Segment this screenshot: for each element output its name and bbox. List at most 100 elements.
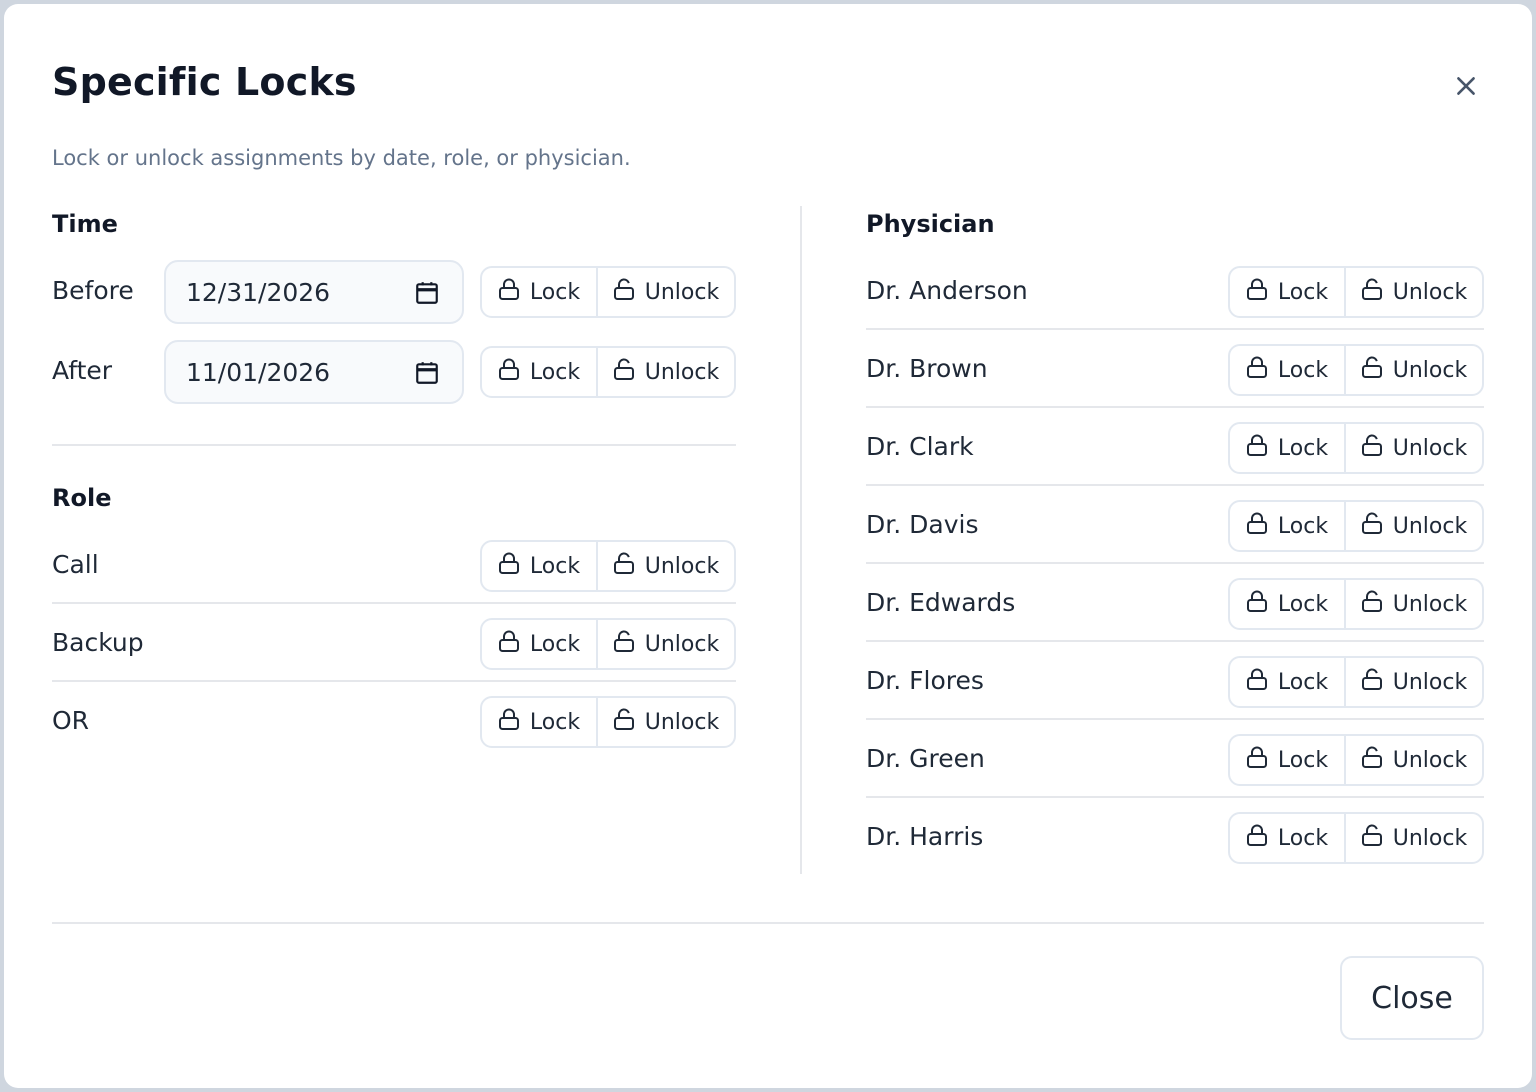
physician-dr-clark-unlock-button[interactable]: Unlock: [1346, 424, 1482, 472]
footer-divider: [52, 922, 1484, 924]
physician-dr-flores-unlock-button[interactable]: Unlock: [1346, 658, 1482, 706]
lock-label: Lock: [1277, 513, 1329, 539]
physician-dr-harris-unlock-button[interactable]: Unlock: [1346, 814, 1482, 862]
close-button[interactable]: Close: [1340, 956, 1484, 1040]
role-call-unlock-button[interactable]: Unlock: [598, 542, 734, 590]
divider: [52, 444, 736, 446]
physician-dr-edwards-unlock-button[interactable]: Unlock: [1346, 580, 1482, 628]
unlock-label: Unlock: [1392, 513, 1468, 539]
row-divider: [866, 640, 1484, 642]
time-before-unlock-button[interactable]: Unlock: [598, 268, 734, 316]
role-backup-unlock-button[interactable]: Unlock: [598, 620, 734, 668]
role-or-lock-controls: Lock Unlock: [480, 696, 736, 748]
role-section-title: Role: [52, 484, 112, 512]
time-after-unlock-button[interactable]: Unlock: [598, 348, 734, 396]
lock-icon: [1246, 823, 1268, 853]
physician-dr-flores-lock-button[interactable]: Lock: [1230, 658, 1346, 706]
unlock-label: Unlock: [1392, 747, 1468, 773]
unlock-icon: [613, 629, 635, 659]
unlock-label: Unlock: [1392, 591, 1468, 617]
lock-icon: [498, 629, 520, 659]
calendar-icon[interactable]: [414, 360, 440, 386]
physician-dr-davis-lock-controls: Lock Unlock: [1228, 500, 1484, 552]
unlock-label: Unlock: [1392, 825, 1468, 851]
row-divider: [866, 484, 1484, 486]
role-backup-label: Backup: [52, 628, 144, 657]
calendar-icon[interactable]: [414, 280, 440, 306]
specific-locks-dialog: Specific Locks Lock or unlock assignment…: [4, 4, 1532, 1088]
lock-icon: [498, 551, 520, 581]
lock-label: Lock: [529, 279, 581, 305]
row-divider: [866, 796, 1484, 798]
physician-dr-flores-lock-controls: Lock Unlock: [1228, 656, 1484, 708]
physician-dr-davis-lock-button[interactable]: Lock: [1230, 502, 1346, 550]
physician-dr-davis-label: Dr. Davis: [866, 510, 979, 539]
time-after-label: After: [52, 356, 113, 385]
time-before-date-input[interactable]: 12/31/2026: [164, 260, 464, 324]
unlock-label: Unlock: [644, 553, 720, 579]
physician-dr-anderson-lock-controls: Lock Unlock: [1228, 266, 1484, 318]
role-call-lock-button[interactable]: Lock: [482, 542, 598, 590]
close-icon[interactable]: [1448, 68, 1484, 104]
physician-dr-harris-lock-button[interactable]: Lock: [1230, 814, 1346, 862]
row-divider: [52, 680, 736, 682]
time-before-lock-controls: Lock Unlock: [480, 266, 736, 318]
unlock-icon: [1361, 355, 1383, 385]
lock-icon: [498, 707, 520, 737]
lock-label: Lock: [1277, 825, 1329, 851]
physician-dr-brown-lock-controls: Lock Unlock: [1228, 344, 1484, 396]
unlock-icon: [1361, 823, 1383, 853]
lock-label: Lock: [1277, 669, 1329, 695]
unlock-label: Unlock: [1392, 669, 1468, 695]
unlock-label: Unlock: [1392, 279, 1468, 305]
unlock-label: Unlock: [644, 709, 720, 735]
row-divider: [52, 602, 736, 604]
physician-dr-green-unlock-button[interactable]: Unlock: [1346, 736, 1482, 784]
lock-icon: [1246, 355, 1268, 385]
unlock-icon: [1361, 667, 1383, 697]
unlock-icon: [1361, 745, 1383, 775]
role-or-unlock-button[interactable]: Unlock: [598, 698, 734, 746]
unlock-label: Unlock: [1392, 435, 1468, 461]
time-before-lock-button[interactable]: Lock: [482, 268, 598, 316]
unlock-icon: [1361, 511, 1383, 541]
role-backup-lock-controls: Lock Unlock: [480, 618, 736, 670]
lock-label: Lock: [529, 709, 581, 735]
physician-dr-davis-unlock-button[interactable]: Unlock: [1346, 502, 1482, 550]
physician-dr-edwards-lock-controls: Lock Unlock: [1228, 578, 1484, 630]
lock-label: Lock: [1277, 435, 1329, 461]
physician-dr-brown-label: Dr. Brown: [866, 354, 988, 383]
physician-section-title: Physician: [866, 210, 995, 238]
time-after-date-input[interactable]: 11/01/2026: [164, 340, 464, 404]
unlock-icon: [613, 707, 635, 737]
unlock-icon: [1361, 589, 1383, 619]
unlock-icon: [1361, 277, 1383, 307]
lock-label: Lock: [1277, 357, 1329, 383]
physician-dr-harris-lock-controls: Lock Unlock: [1228, 812, 1484, 864]
dialog-title: Specific Locks: [52, 60, 357, 104]
lock-label: Lock: [529, 553, 581, 579]
physician-dr-green-lock-button[interactable]: Lock: [1230, 736, 1346, 784]
lock-icon: [1246, 511, 1268, 541]
physician-dr-anderson-lock-button[interactable]: Lock: [1230, 268, 1346, 316]
row-divider: [866, 562, 1484, 564]
physician-dr-clark-lock-controls: Lock Unlock: [1228, 422, 1484, 474]
physician-dr-anderson-unlock-button[interactable]: Unlock: [1346, 268, 1482, 316]
time-after-lock-controls: Lock Unlock: [480, 346, 736, 398]
lock-label: Lock: [529, 359, 581, 385]
physician-dr-clark-lock-button[interactable]: Lock: [1230, 424, 1346, 472]
physician-dr-brown-unlock-button[interactable]: Unlock: [1346, 346, 1482, 394]
date-value: 11/01/2026: [186, 357, 331, 387]
physician-dr-brown-lock-button[interactable]: Lock: [1230, 346, 1346, 394]
role-backup-lock-button[interactable]: Lock: [482, 620, 598, 668]
time-after-lock-button[interactable]: Lock: [482, 348, 598, 396]
unlock-label: Unlock: [644, 631, 720, 657]
role-or-lock-button[interactable]: Lock: [482, 698, 598, 746]
physician-dr-clark-label: Dr. Clark: [866, 432, 974, 461]
lock-label: Lock: [1277, 747, 1329, 773]
physician-dr-edwards-label: Dr. Edwards: [866, 588, 1016, 617]
column-divider: [800, 206, 802, 874]
date-value: 12/31/2026: [186, 277, 331, 307]
physician-dr-harris-label: Dr. Harris: [866, 822, 984, 851]
physician-dr-edwards-lock-button[interactable]: Lock: [1230, 580, 1346, 628]
